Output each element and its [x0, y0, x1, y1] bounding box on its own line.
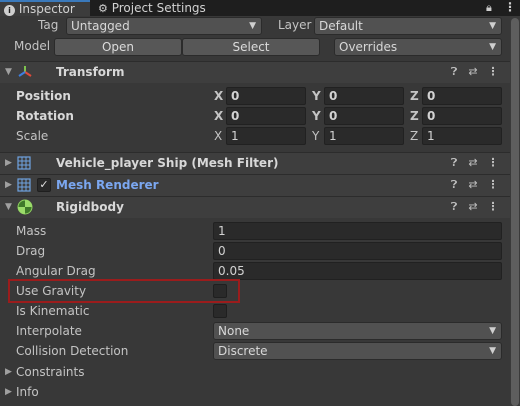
position-x-field[interactable]: 0 — [226, 87, 306, 105]
mesh-renderer-title: Mesh Renderer — [56, 178, 159, 192]
lock-icon[interactable]: 🔒︎ — [486, 1, 492, 15]
transform-title: Transform — [56, 65, 125, 79]
tab-label: Inspector — [18, 2, 75, 16]
interpolate-dropdown[interactable]: None ▼ — [213, 322, 502, 340]
help-icon[interactable]: ❓︎ — [447, 61, 461, 83]
rotation-x-axis[interactable]: X — [214, 107, 223, 125]
help-icon[interactable]: ❓︎ — [447, 174, 461, 196]
collapsed-arrow-icon[interactable]: ▶ — [5, 152, 12, 174]
position-y-axis[interactable]: Y — [312, 87, 321, 105]
mass-label: Mass — [16, 224, 47, 238]
info-icon: i — [4, 5, 15, 16]
mesh-renderer-icon — [17, 178, 31, 192]
rotation-z-axis[interactable]: Z — [410, 107, 419, 125]
layer-value: Default — [319, 19, 363, 33]
overrides-dropdown[interactable]: Overrides ▼ — [334, 38, 502, 56]
is-kinematic-label: Is Kinematic — [16, 304, 90, 318]
use-gravity-label: Use Gravity — [16, 284, 87, 298]
presets-icon[interactable]: ⇄ — [466, 196, 480, 218]
help-icon[interactable]: ❓︎ — [447, 196, 461, 218]
component-menu-icon[interactable]: ⋮ — [486, 152, 500, 174]
constraints-foldout-arrow-icon[interactable]: ▶ — [5, 361, 12, 383]
mesh-filter-title: Vehicle_player Ship (Mesh Filter) — [56, 156, 279, 170]
presets-icon[interactable]: ⇄ — [466, 174, 480, 196]
scale-x-field[interactable]: 1 — [226, 127, 306, 145]
scale-x-axis[interactable]: X — [214, 127, 222, 145]
rigidbody-icon — [17, 199, 33, 215]
position-label: Position — [16, 89, 71, 103]
interpolate-label: Interpolate — [16, 324, 82, 338]
component-menu-icon[interactable]: ⋮ — [486, 196, 500, 218]
collision-detection-dropdown[interactable]: Discrete ▼ — [213, 342, 502, 360]
transform-icon — [17, 65, 33, 79]
chevron-down-icon: ▼ — [489, 42, 496, 52]
layer-label: Layer — [278, 18, 312, 32]
mesh-filter-icon — [17, 156, 31, 170]
tag-dropdown[interactable]: Untagged ▼ — [66, 17, 262, 35]
open-button[interactable]: Open — [54, 38, 182, 56]
collision-detection-value: Discrete — [218, 344, 268, 358]
presets-icon[interactable]: ⇄ — [466, 152, 480, 174]
tab-inspector[interactable]: i Inspector — [0, 0, 90, 16]
presets-icon[interactable]: ⇄ — [466, 61, 480, 83]
tab-project-settings[interactable]: ⚙ Project Settings — [98, 0, 218, 16]
select-button[interactable]: Select — [182, 38, 320, 56]
chevron-down-icon: ▼ — [489, 346, 496, 356]
drag-field[interactable]: 0 — [213, 242, 502, 260]
component-menu-icon[interactable]: ⋮ — [486, 174, 500, 196]
collision-detection-label: Collision Detection — [16, 344, 129, 358]
is-kinematic-checkbox[interactable] — [213, 304, 227, 318]
scale-y-axis[interactable]: Y — [312, 127, 319, 145]
position-z-field[interactable]: 0 — [422, 87, 502, 105]
info-foldout-arrow-icon[interactable]: ▶ — [5, 381, 12, 403]
scale-z-field[interactable]: 1 — [422, 127, 502, 145]
component-menu-icon[interactable]: ⋮ — [486, 61, 500, 83]
rigidbody-title: Rigidbody — [56, 200, 124, 214]
expanded-arrow-icon[interactable]: ▼ — [5, 61, 12, 83]
model-label: Model — [14, 39, 51, 53]
tab-label: Project Settings — [111, 1, 206, 15]
info-foldout[interactable]: Info — [16, 383, 39, 401]
chevron-down-icon: ▼ — [489, 21, 496, 31]
constraints-foldout[interactable]: Constraints — [16, 363, 84, 381]
angular-drag-field[interactable]: 0.05 — [213, 262, 502, 280]
rotation-z-field[interactable]: 0 — [422, 107, 502, 125]
interpolate-value: None — [218, 324, 250, 338]
more-options-icon[interactable]: ⋮ — [504, 0, 516, 14]
expanded-arrow-icon[interactable]: ▼ — [5, 196, 12, 218]
scale-label: Scale — [16, 129, 49, 143]
use-gravity-checkbox[interactable] — [213, 284, 227, 298]
collapsed-arrow-icon[interactable]: ▶ — [5, 174, 12, 196]
tag-label: Tag — [38, 18, 59, 32]
rotation-y-axis[interactable]: Y — [312, 107, 321, 125]
angular-drag-label: Angular Drag — [16, 264, 96, 278]
scale-z-axis[interactable]: Z — [410, 127, 418, 145]
drag-label: Drag — [16, 244, 46, 258]
scale-y-field[interactable]: 1 — [324, 127, 404, 145]
rotation-x-field[interactable]: 0 — [226, 107, 306, 125]
chevron-down-icon: ▼ — [489, 326, 496, 336]
tag-value: Untagged — [71, 19, 130, 33]
layer-dropdown[interactable]: Default ▼ — [314, 17, 502, 35]
chevron-down-icon: ▼ — [249, 21, 256, 31]
mesh-renderer-enabled-checkbox[interactable]: ✓ — [37, 178, 51, 192]
position-x-axis[interactable]: X — [214, 87, 223, 105]
scrollbar-thumb[interactable] — [511, 18, 519, 406]
help-icon[interactable]: ❓︎ — [447, 152, 461, 174]
overrides-value: Overrides — [339, 40, 398, 54]
rotation-y-field[interactable]: 0 — [324, 107, 404, 125]
rotation-label: Rotation — [16, 109, 74, 123]
position-y-field[interactable]: 0 — [324, 87, 404, 105]
gear-icon: ⚙ — [98, 2, 108, 15]
mass-field[interactable]: 1 — [213, 222, 502, 240]
position-z-axis[interactable]: Z — [410, 87, 419, 105]
